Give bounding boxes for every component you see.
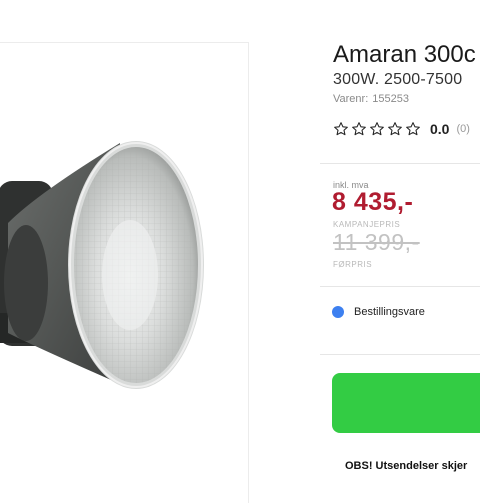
sku-number: 155253	[372, 93, 409, 105]
rating-value: 0.0	[430, 121, 450, 137]
star-outline-icon	[370, 122, 384, 136]
current-price: 8 435,-	[332, 188, 414, 216]
rating-count[interactable]: (0)	[456, 123, 469, 135]
star-outline-icon	[352, 122, 366, 136]
product-image[interactable]	[0, 42, 249, 503]
stock-dot-icon	[332, 306, 344, 318]
sku-line: Varenr: 155253	[333, 93, 409, 105]
product-photo	[0, 141, 204, 389]
product-title: Amaran 300c	[333, 41, 476, 68]
star-outline-icon	[388, 122, 402, 136]
product-subtitle: 300W. 2500-7500	[333, 71, 463, 88]
divider	[320, 163, 480, 164]
shipping-notice: OBS! Utsendelser skjer	[345, 460, 468, 472]
campaign-price-label: KAMPANJEPRIS	[333, 220, 401, 229]
divider	[320, 286, 480, 287]
stock-status-text: Bestillingsvare	[354, 306, 425, 318]
stock-status: Bestillingsvare	[332, 306, 425, 318]
rating-stars	[333, 121, 421, 137]
star-outline-icon	[406, 122, 420, 136]
previous-price-label: FØRPRIS	[333, 260, 373, 269]
star-outline-icon	[334, 122, 348, 136]
add-to-cart-button[interactable]	[332, 373, 480, 433]
rating-row[interactable]: 0.0 (0)	[333, 121, 470, 137]
divider	[320, 354, 480, 355]
previous-price: 11 399,-	[333, 229, 420, 255]
sku-label: Varenr:	[333, 93, 369, 105]
